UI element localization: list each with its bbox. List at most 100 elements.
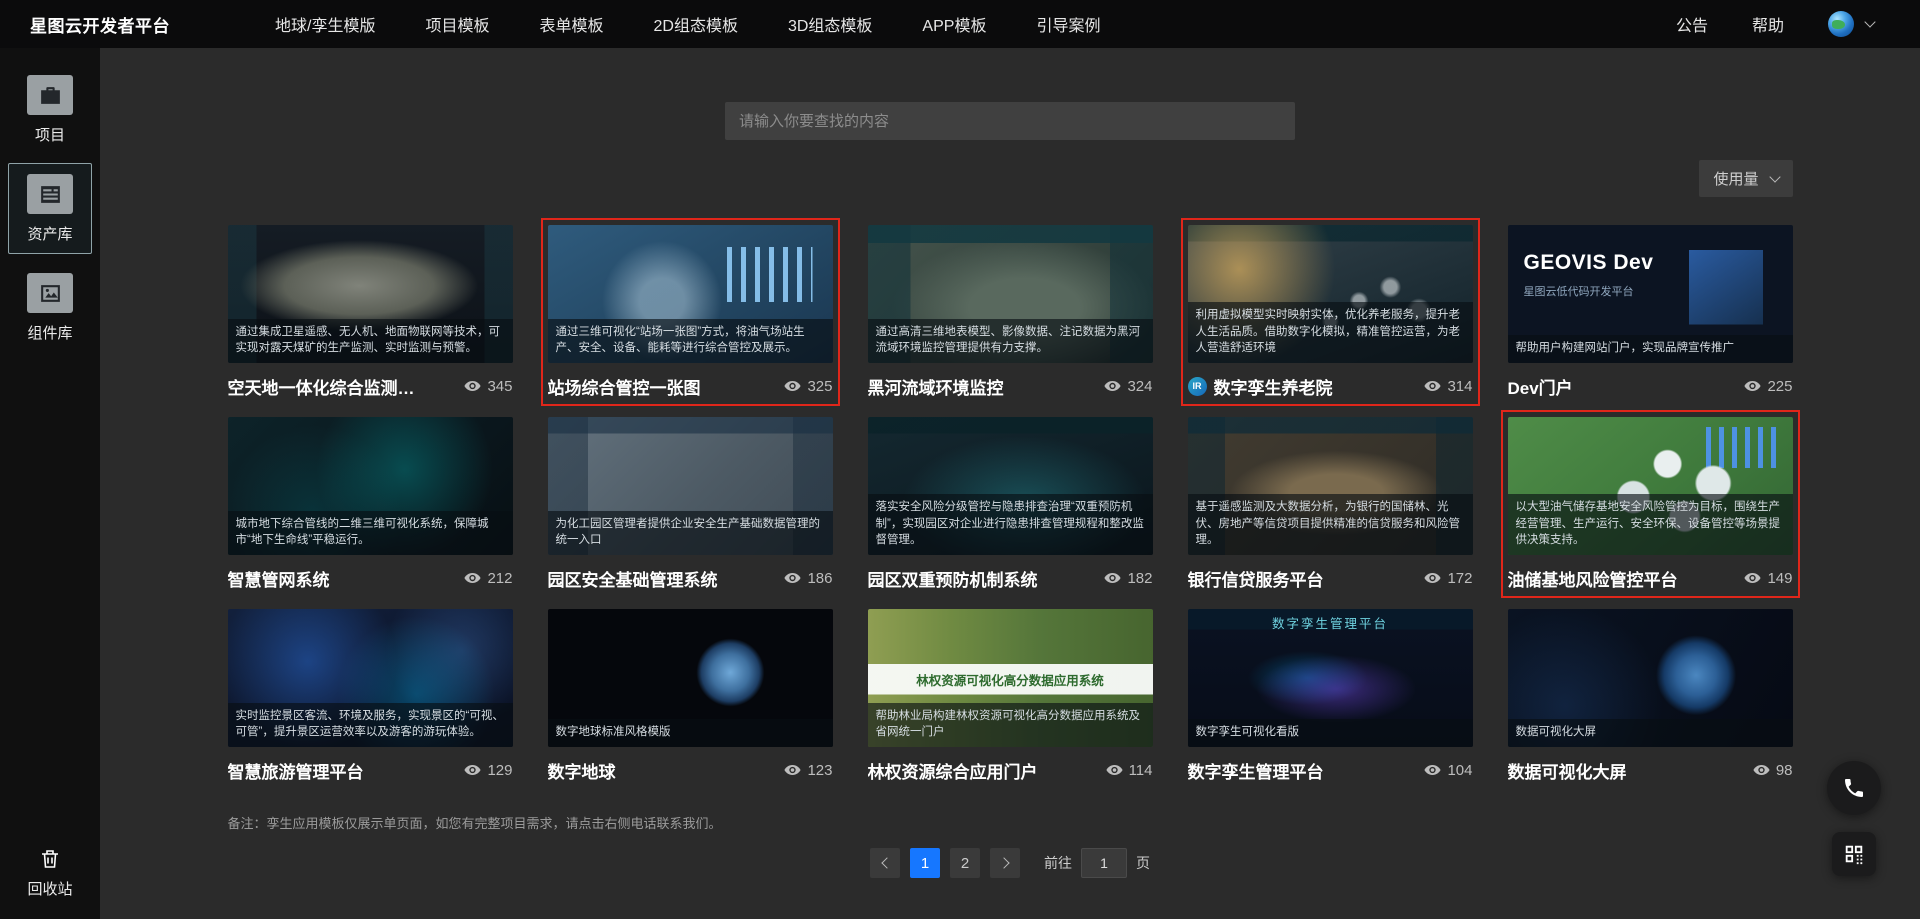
sidebar-item-asset-library[interactable]: 资产库 xyxy=(8,163,92,254)
card-thumbnail[interactable]: 城市地下综合管线的二维三维可视化系统，保障城市“地下生命线”平稳运行。 xyxy=(227,417,513,555)
card-title[interactable]: Dev门户 xyxy=(1508,374,1573,399)
card-thumbnail[interactable]: 数据可视化大屏 xyxy=(1507,609,1793,747)
card-views: 225 xyxy=(1744,378,1793,395)
card-title[interactable]: 站场综合管控一张图 xyxy=(548,374,701,399)
card-thumbnail[interactable]: 落实安全风险分级管控与隐患排查治理“双重预防机制”，实现园区对企业进行隐患排查管… xyxy=(867,417,1153,555)
sort-dropdown[interactable]: 使用量 xyxy=(1699,160,1793,197)
card-description: 利用虚拟模型实时映射实体，优化养老服务，提升老人生活品质。借助数字化模拟，精准管… xyxy=(1187,301,1473,363)
asset-card[interactable]: 数字孪生管理平台 数字孪生可视化看版 数字孪生管理平台 104 xyxy=(1187,609,1473,783)
thumb-title: GEOVIS Dev xyxy=(1523,251,1654,274)
nav-item-form-templates[interactable]: 表单模板 xyxy=(539,12,603,36)
card-title[interactable]: 园区双重预防机制系统 xyxy=(868,566,1038,591)
card-thumbnail[interactable]: 基于遥感监测及大数据分析，为银行的国储林、光伏、房地产等信贷项目提供精准的信贷服… xyxy=(1187,417,1473,555)
card-views: 345 xyxy=(464,377,513,395)
card-thumbnail[interactable]: 通过高清三维地表模型、影像数据、注记数据为黑河流域环境监控管理提供有力支撑。 xyxy=(867,225,1153,363)
goto-label: 前往 xyxy=(1044,855,1072,871)
sidebar: 项目 资产库 组件库 回收站 xyxy=(0,48,100,919)
asset-card[interactable]: 通过集成卫星遥感、无人机、地面物联网等技术，可实现对露天煤矿的生产监测、实时监测… xyxy=(227,225,513,399)
card-views: 212 xyxy=(464,570,513,587)
card-thumbnail[interactable]: 以大型油气储存基地安全风险管控为目标，围绕生产经营管理、生产运行、安全环保、设备… xyxy=(1507,417,1793,555)
prev-page-button[interactable] xyxy=(870,848,900,878)
card-views: 123 xyxy=(784,762,833,779)
asset-card[interactable]: 基于遥感监测及大数据分析，为银行的国储林、光伏、房地产等信贷项目提供精准的信贷服… xyxy=(1187,417,1473,591)
card-description: 落实安全风险分级管控与隐患排查治理“双重预防机制”，实现园区对企业进行隐患排查管… xyxy=(867,493,1153,555)
card-views: 325 xyxy=(784,378,833,395)
asset-card[interactable]: 数字地球标准风格模版 数字地球 123 xyxy=(547,609,833,783)
nav-item-app-templates[interactable]: APP模板 xyxy=(922,12,986,36)
asset-card[interactable]: 数据可视化大屏 数据可视化大屏 98 xyxy=(1507,609,1793,783)
card-title[interactable]: 园区安全基础管理系统 xyxy=(548,566,718,591)
asset-card[interactable]: 为化工园区管理者提供企业安全生产基础数据管理的统一入口 园区安全基础管理系统 1… xyxy=(547,417,833,591)
sidebar-item-label: 资产库 xyxy=(27,226,73,243)
sidebar-item-projects[interactable]: 项目 xyxy=(8,64,92,155)
eye-icon xyxy=(464,381,482,391)
account-menu[interactable] xyxy=(1828,11,1876,37)
card-thumbnail[interactable]: 数字孪生管理平台 数字孪生可视化看版 xyxy=(1187,609,1473,747)
card-thumbnail[interactable]: 数字地球标准风格模版 xyxy=(547,609,833,747)
card-title[interactable]: 空天地一体化综合监测… xyxy=(228,374,415,399)
card-views-count: 149 xyxy=(1767,569,1793,587)
asset-card[interactable]: 林权资源可视化高分数据应用系统 帮助林业局构建林权资源可视化高分数据应用系统及省… xyxy=(867,609,1153,783)
announcement-link[interactable]: 公告 xyxy=(1676,12,1708,36)
card-description: 帮助林业局构建林权资源可视化高分数据应用系统及省网统一门户 xyxy=(867,702,1153,747)
qr-code-button[interactable] xyxy=(1832,832,1876,876)
search-input[interactable] xyxy=(725,112,1295,130)
card-title[interactable]: 银行信贷服务平台 xyxy=(1188,566,1324,591)
nav-item-2d-templates[interactable]: 2D组态模板 xyxy=(653,12,737,36)
sort-value: 使用量 xyxy=(1713,171,1759,188)
card-title[interactable]: 数据可视化大屏 xyxy=(1508,758,1627,783)
sidebar-item-component-library[interactable]: 组件库 xyxy=(8,262,92,353)
nav-item-guide-cases[interactable]: 引导案例 xyxy=(1036,12,1100,36)
asset-card[interactable]: GEOVIS Dev 星图云低代码开发平台 帮助用户构建网站门户，实现品牌宣传推… xyxy=(1507,225,1793,399)
nav-item-3d-templates[interactable]: 3D组态模板 xyxy=(788,12,872,36)
eye-icon xyxy=(1424,573,1442,583)
asset-card[interactable]: 以大型油气储存基地安全风险管控为目标，围绕生产经营管理、生产运行、安全环保、设备… xyxy=(1500,410,1800,598)
page-button-2[interactable]: 2 xyxy=(950,848,980,878)
sidebar-item-recycle-bin[interactable]: 回收站 xyxy=(27,847,73,899)
card-title[interactable]: 油储基地风险管控平台 xyxy=(1508,566,1678,591)
card-title[interactable]: 数字孪生养老院 xyxy=(1214,374,1333,399)
goto-page-input[interactable] xyxy=(1081,848,1127,878)
card-thumbnail[interactable]: 林权资源可视化高分数据应用系统 帮助林业局构建林权资源可视化高分数据应用系统及省… xyxy=(867,609,1153,747)
card-title[interactable]: 黑河流域环境监控 xyxy=(868,374,1004,399)
card-views: 98 xyxy=(1753,762,1793,779)
asset-card[interactable]: 利用虚拟模型实时映射实体，优化养老服务，提升老人生活品质。借助数字化模拟，精准管… xyxy=(1180,218,1480,406)
card-thumbnail[interactable]: GEOVIS Dev 星图云低代码开发平台 帮助用户构建网站门户，实现品牌宣传推… xyxy=(1507,225,1793,363)
eye-icon xyxy=(784,573,802,583)
floating-actions xyxy=(1827,761,1881,876)
card-thumbnail[interactable]: 实时监控景区客流、环境及服务，实现景区的“可视、可管”，提升景区运营效率以及游客… xyxy=(227,609,513,747)
card-thumbnail[interactable]: 利用虚拟模型实时映射实体，优化养老服务，提升老人生活品质。借助数字化模拟，精准管… xyxy=(1187,225,1473,363)
help-link[interactable]: 帮助 xyxy=(1752,12,1784,36)
nav-item-project-templates[interactable]: 项目模板 xyxy=(425,12,489,36)
page-button-1[interactable]: 1 xyxy=(910,848,940,878)
eye-icon xyxy=(1106,765,1123,775)
phone-contact-button[interactable] xyxy=(1827,761,1881,815)
card-title[interactable]: 智慧旅游管理平台 xyxy=(228,758,364,783)
asset-card[interactable]: 实时监控景区客流、环境及服务，实现景区的“可视、可管”，提升景区运营效率以及游客… xyxy=(227,609,513,783)
card-title[interactable]: 数字孪生管理平台 xyxy=(1188,758,1324,783)
card-badge: IR xyxy=(1187,376,1207,396)
next-page-button[interactable] xyxy=(990,848,1020,878)
card-title[interactable]: 智慧管网系统 xyxy=(228,566,330,591)
card-thumbnail[interactable]: 通过集成卫星遥感、无人机、地面物联网等技术，可实现对露天煤矿的生产监测、实时监测… xyxy=(227,225,513,363)
asset-card[interactable]: 落实安全风险分级管控与隐患排查治理“双重预防机制”，实现园区对企业进行隐患排查管… xyxy=(867,417,1153,591)
card-views-count: 345 xyxy=(487,377,513,395)
nav-item-earth-twin-templates[interactable]: 地球/孪生模版 xyxy=(275,12,375,36)
card-views-count: 98 xyxy=(1775,761,1793,779)
asset-card[interactable]: 通过三维可视化“站场一张图”方式，将油气场站生产、安全、设备、能耗等进行综合管控… xyxy=(540,218,840,406)
card-title[interactable]: 林权资源综合应用门户 xyxy=(868,758,1038,783)
asset-card[interactable]: 城市地下综合管线的二维三维可视化系统，保障城市“地下生命线”平稳运行。 智慧管网… xyxy=(227,417,513,591)
card-title[interactable]: 数字地球 xyxy=(548,758,616,783)
asset-card[interactable]: 通过高清三维地表模型、影像数据、注记数据为黑河流域环境监控管理提供有力支撑。 黑… xyxy=(867,225,1153,399)
main-content: 使用量 通过集成卫星遥感、无人机、地面物联网等技术，可实现对露天煤矿的生产监测、… xyxy=(100,48,1920,919)
card-thumbnail[interactable]: 为化工园区管理者提供企业安全生产基础数据管理的统一入口 xyxy=(547,417,833,555)
app-logo: 星图云开发者平台 xyxy=(30,16,170,36)
chevron-left-icon xyxy=(880,857,893,869)
thumb-title: 林权资源可视化高分数据应用系统 xyxy=(916,673,1104,688)
chevron-down-icon xyxy=(1768,170,1781,183)
card-views-count: 172 xyxy=(1447,569,1473,587)
eye-icon xyxy=(1424,381,1442,391)
card-description: 数字地球标准风格模版 xyxy=(547,719,833,747)
card-thumbnail[interactable]: 通过三维可视化“站场一张图”方式，将油气场站生产、安全、设备、能耗等进行综合管控… xyxy=(547,225,833,363)
eye-icon xyxy=(1424,765,1442,775)
